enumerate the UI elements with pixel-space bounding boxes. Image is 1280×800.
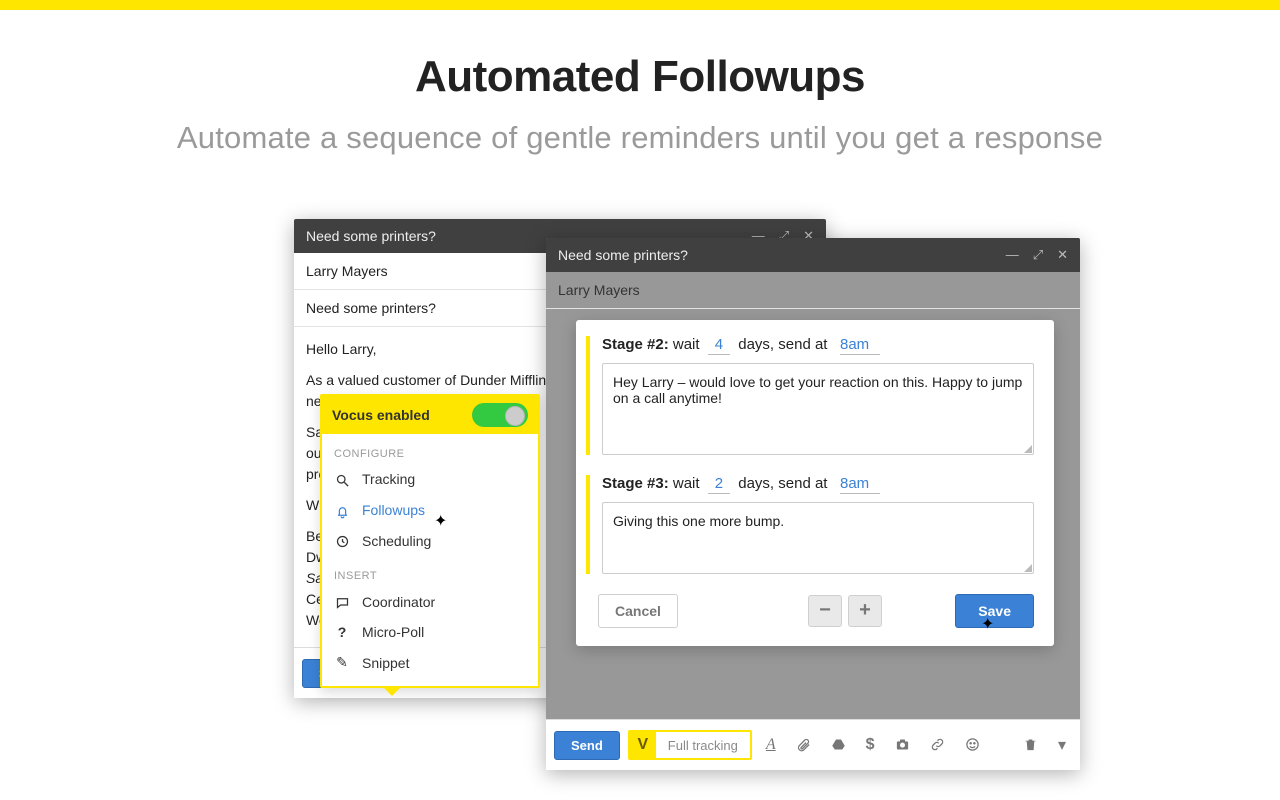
page-top-accent: [0, 0, 1280, 10]
emoji-icon[interactable]: [959, 736, 986, 754]
search-icon: [334, 471, 350, 488]
vocus-badge-icon: V: [630, 731, 656, 759]
link-icon[interactable]: [924, 736, 951, 754]
expand-icon[interactable]: ⤢: [1033, 247, 1043, 263]
format-icon[interactable]: A: [760, 736, 782, 754]
resize-handle-icon[interactable]: [1024, 564, 1032, 572]
stage-2-text: Hey Larry – would love to get your react…: [613, 374, 1022, 406]
vocus-item-label: Tracking: [362, 471, 415, 487]
page-title: Automated Followups: [0, 52, 1280, 102]
stage-3-label: Stage #3:: [602, 475, 669, 492]
drive-icon[interactable]: [825, 736, 852, 754]
trash-icon[interactable]: [1017, 736, 1044, 754]
to-field[interactable]: Larry Mayers: [546, 272, 1080, 309]
remove-stage-button[interactable]: −: [808, 595, 842, 627]
vocus-item-label: Scheduling: [362, 533, 431, 549]
resize-handle-icon[interactable]: [1024, 445, 1032, 453]
money-icon[interactable]: $: [860, 736, 881, 754]
stage-3-header: Stage #3: wait 2 days, send at 8am: [602, 475, 1034, 494]
vocus-section-configure: CONFIGURE: [322, 434, 538, 464]
vocus-popup-header: Vocus enabled: [322, 396, 538, 434]
vocus-popup: Vocus enabled CONFIGURE Tracking Followu…: [320, 394, 540, 688]
send-button[interactable]: Send: [554, 731, 620, 760]
attach-icon[interactable]: [790, 736, 817, 754]
page-subtitle: Automate a sequence of gentle reminders …: [0, 120, 1280, 156]
vocus-item-label: Snippet: [362, 655, 409, 671]
vocus-item-followups[interactable]: Followups: [322, 495, 538, 526]
vocus-item-coordinator[interactable]: Coordinator: [322, 586, 538, 617]
clock-icon: [334, 533, 350, 550]
question-icon: ?: [334, 624, 350, 640]
bell-icon: [334, 502, 350, 519]
close-icon[interactable]: ✕: [1057, 247, 1068, 263]
stage-days-word: days, send at: [738, 475, 827, 492]
stage-days-word: days, send at: [738, 336, 827, 353]
vocus-popup-pointer: [382, 686, 402, 696]
vocus-item-scheduling[interactable]: Scheduling: [322, 526, 538, 557]
stage-2-header: Stage #2: wait 4 days, send at 8am: [602, 336, 1034, 355]
add-stage-button[interactable]: +: [848, 595, 882, 627]
vocus-pill[interactable]: V Full tracking: [628, 730, 752, 760]
stage-2-days-input[interactable]: 4: [708, 336, 730, 355]
vocus-enabled-label: Vocus enabled: [332, 407, 430, 423]
pencil-icon: ✎: [334, 654, 350, 671]
vocus-item-snippet[interactable]: ✎ Snippet: [322, 647, 538, 678]
minimize-icon[interactable]: —: [1006, 247, 1019, 263]
vocus-item-label: Coordinator: [362, 594, 435, 610]
stage-3-text: Giving this one more bump.: [613, 513, 784, 529]
vocus-toggle[interactable]: [472, 403, 528, 427]
stage-3-textarea[interactable]: Giving this one more bump.: [602, 502, 1034, 574]
stage-3-days-input[interactable]: 2: [708, 475, 730, 494]
stage-2-time-input[interactable]: 8am: [840, 336, 880, 355]
stage-2-textarea[interactable]: Hey Larry – would love to get your react…: [602, 363, 1034, 455]
stage-2: Stage #2: wait 4 days, send at 8am Hey L…: [586, 336, 1034, 455]
stage-wait-word: wait: [673, 336, 700, 353]
compose-titlebar[interactable]: Need some printers? — ⤢ ✕: [546, 238, 1080, 272]
vocus-item-tracking[interactable]: Tracking: [322, 464, 538, 495]
more-icon[interactable]: ▾: [1052, 735, 1072, 755]
vocus-item-label: Micro-Poll: [362, 624, 424, 640]
cancel-button[interactable]: Cancel: [598, 594, 678, 628]
stage-3-time-input[interactable]: 8am: [840, 475, 880, 494]
chat-icon: [334, 593, 350, 610]
stage-wait-word: wait: [673, 475, 700, 492]
camera-icon[interactable]: [889, 736, 916, 754]
vocus-section-insert: INSERT: [322, 556, 538, 586]
vocus-item-micropoll[interactable]: ? Micro-Poll: [322, 617, 538, 647]
compose-subject-title: Need some printers?: [558, 247, 688, 263]
vocus-pill-label: Full tracking: [656, 738, 750, 753]
compose-toolbar: Send V Full tracking A $ ▾: [546, 719, 1080, 770]
save-button[interactable]: Save: [955, 594, 1034, 628]
followup-stages-panel: Stage #2: wait 4 days, send at 8am Hey L…: [576, 320, 1054, 646]
stage-3: Stage #3: wait 2 days, send at 8am Givin…: [586, 475, 1034, 574]
vocus-item-label: Followups: [362, 502, 425, 518]
compose-subject-title: Need some printers?: [306, 228, 436, 244]
stages-footer: Cancel − + Save: [586, 594, 1034, 628]
stage-2-label: Stage #2:: [602, 336, 669, 353]
